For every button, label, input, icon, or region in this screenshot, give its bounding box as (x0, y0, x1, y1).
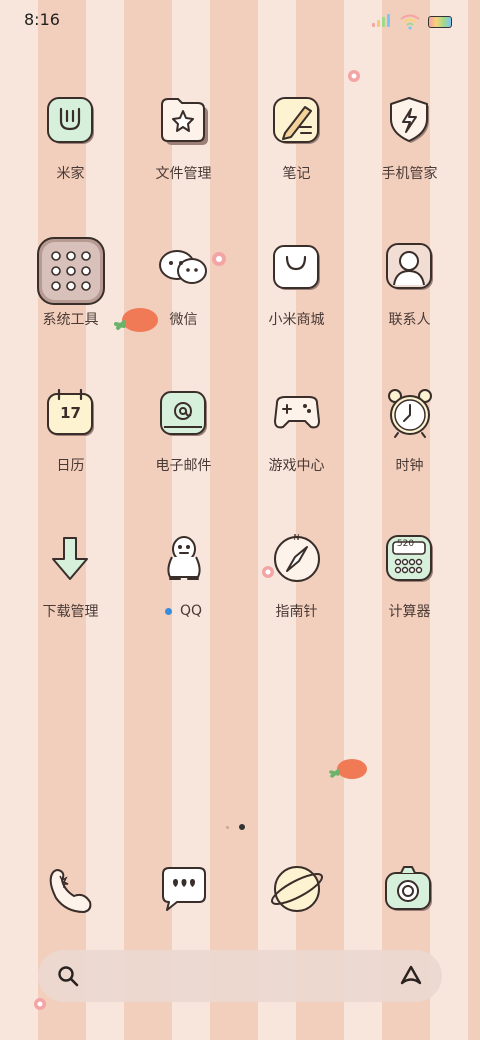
app-label: 笔记 (282, 166, 311, 182)
dock-phone[interactable] (14, 858, 127, 920)
calculator-icon: 520 (379, 528, 441, 590)
folder-icon (153, 90, 215, 152)
app-mi-store[interactable]: 小米商城 (240, 236, 353, 328)
dock-browser[interactable] (240, 858, 353, 920)
status-bar: 8:16 (0, 0, 480, 40)
status-icons (372, 12, 452, 31)
flower-sticker (262, 566, 274, 578)
page-dot (226, 825, 229, 829)
app-label: 电子邮件 (155, 458, 212, 474)
browser-icon (266, 858, 328, 920)
app-label: QQ (164, 602, 203, 620)
tools-folder-icon (36, 236, 106, 306)
app-qq[interactable]: QQ (127, 528, 240, 620)
alarm-clock-icon (379, 382, 441, 444)
download-icon (40, 528, 102, 590)
carrot-sticker (114, 308, 158, 332)
app-label: 手机管家 (381, 166, 438, 182)
camera-icon (379, 858, 441, 920)
compass-north-label: N (293, 533, 300, 542)
contacts-icon (379, 236, 441, 298)
mijia-icon (40, 90, 102, 152)
app-label: 时钟 (395, 458, 424, 474)
app-downloads[interactable]: 下载管理 (14, 528, 127, 620)
dock-camera[interactable] (353, 858, 466, 920)
app-label: 小米商城 (268, 312, 325, 328)
app-label: 日历 (56, 458, 85, 474)
status-time: 8:16 (24, 10, 60, 29)
calendar-date: 17 (60, 404, 81, 422)
wechat-icon (153, 236, 215, 298)
app-clock[interactable]: 时钟 (353, 382, 466, 474)
calendar-icon: 17 (40, 382, 102, 444)
search-icon[interactable] (56, 964, 80, 988)
app-label-text: QQ (179, 603, 203, 619)
wifi-icon (400, 14, 420, 30)
app-system-tools[interactable]: 系统工具 (14, 236, 127, 328)
flower-sticker (212, 252, 226, 266)
app-email[interactable]: 电子邮件 (127, 382, 240, 474)
app-file-manager[interactable]: 文件管理 (127, 90, 240, 182)
page-dot-active (239, 824, 245, 830)
carrot-sticker (329, 759, 367, 779)
app-label: 联系人 (388, 312, 431, 328)
signal-icon (372, 12, 392, 31)
search-bar[interactable] (38, 950, 442, 1002)
dock-messages[interactable] (127, 858, 240, 920)
gamepad-icon (266, 382, 328, 444)
notes-icon (266, 90, 328, 152)
phone-icon (40, 858, 102, 920)
app-label: 米家 (56, 166, 85, 182)
app-compass[interactable]: N 指南针 (240, 528, 353, 620)
shopping-bag-icon (266, 236, 328, 298)
app-calculator[interactable]: 520 计算器 (353, 528, 466, 620)
flower-sticker (34, 998, 46, 1010)
email-icon (153, 382, 215, 444)
app-notes[interactable]: 笔记 (240, 90, 353, 182)
calculator-display: 520 (396, 539, 415, 549)
app-mijia[interactable]: 米家 (14, 90, 127, 182)
messages-icon (153, 858, 215, 920)
dock (14, 858, 466, 920)
flower-sticker (348, 70, 360, 82)
app-label: 下载管理 (42, 604, 99, 620)
battery-icon (428, 15, 452, 28)
app-game-center[interactable]: 游戏中心 (240, 382, 353, 474)
app-label: 文件管理 (155, 166, 212, 182)
page-indicator[interactable] (226, 824, 245, 830)
new-install-dot (164, 607, 172, 615)
app-label: 游戏中心 (268, 458, 325, 474)
app-security[interactable]: 手机管家 (353, 90, 466, 182)
app-label: 微信 (169, 312, 198, 328)
penguin-icon (153, 528, 215, 590)
assistant-icon[interactable] (398, 964, 424, 988)
compass-icon: N (266, 528, 328, 590)
app-label: 计算器 (388, 604, 431, 620)
app-calendar[interactable]: 17 日历 (14, 382, 127, 474)
app-grid: 米家 文件管理 笔记 手机管家 系统工具 微信 小米商城 联系人 17 日历 电… (14, 90, 466, 620)
app-label: 指南针 (275, 604, 318, 620)
app-contacts[interactable]: 联系人 (353, 236, 466, 328)
app-label: 系统工具 (42, 312, 99, 328)
shield-icon (379, 90, 441, 152)
